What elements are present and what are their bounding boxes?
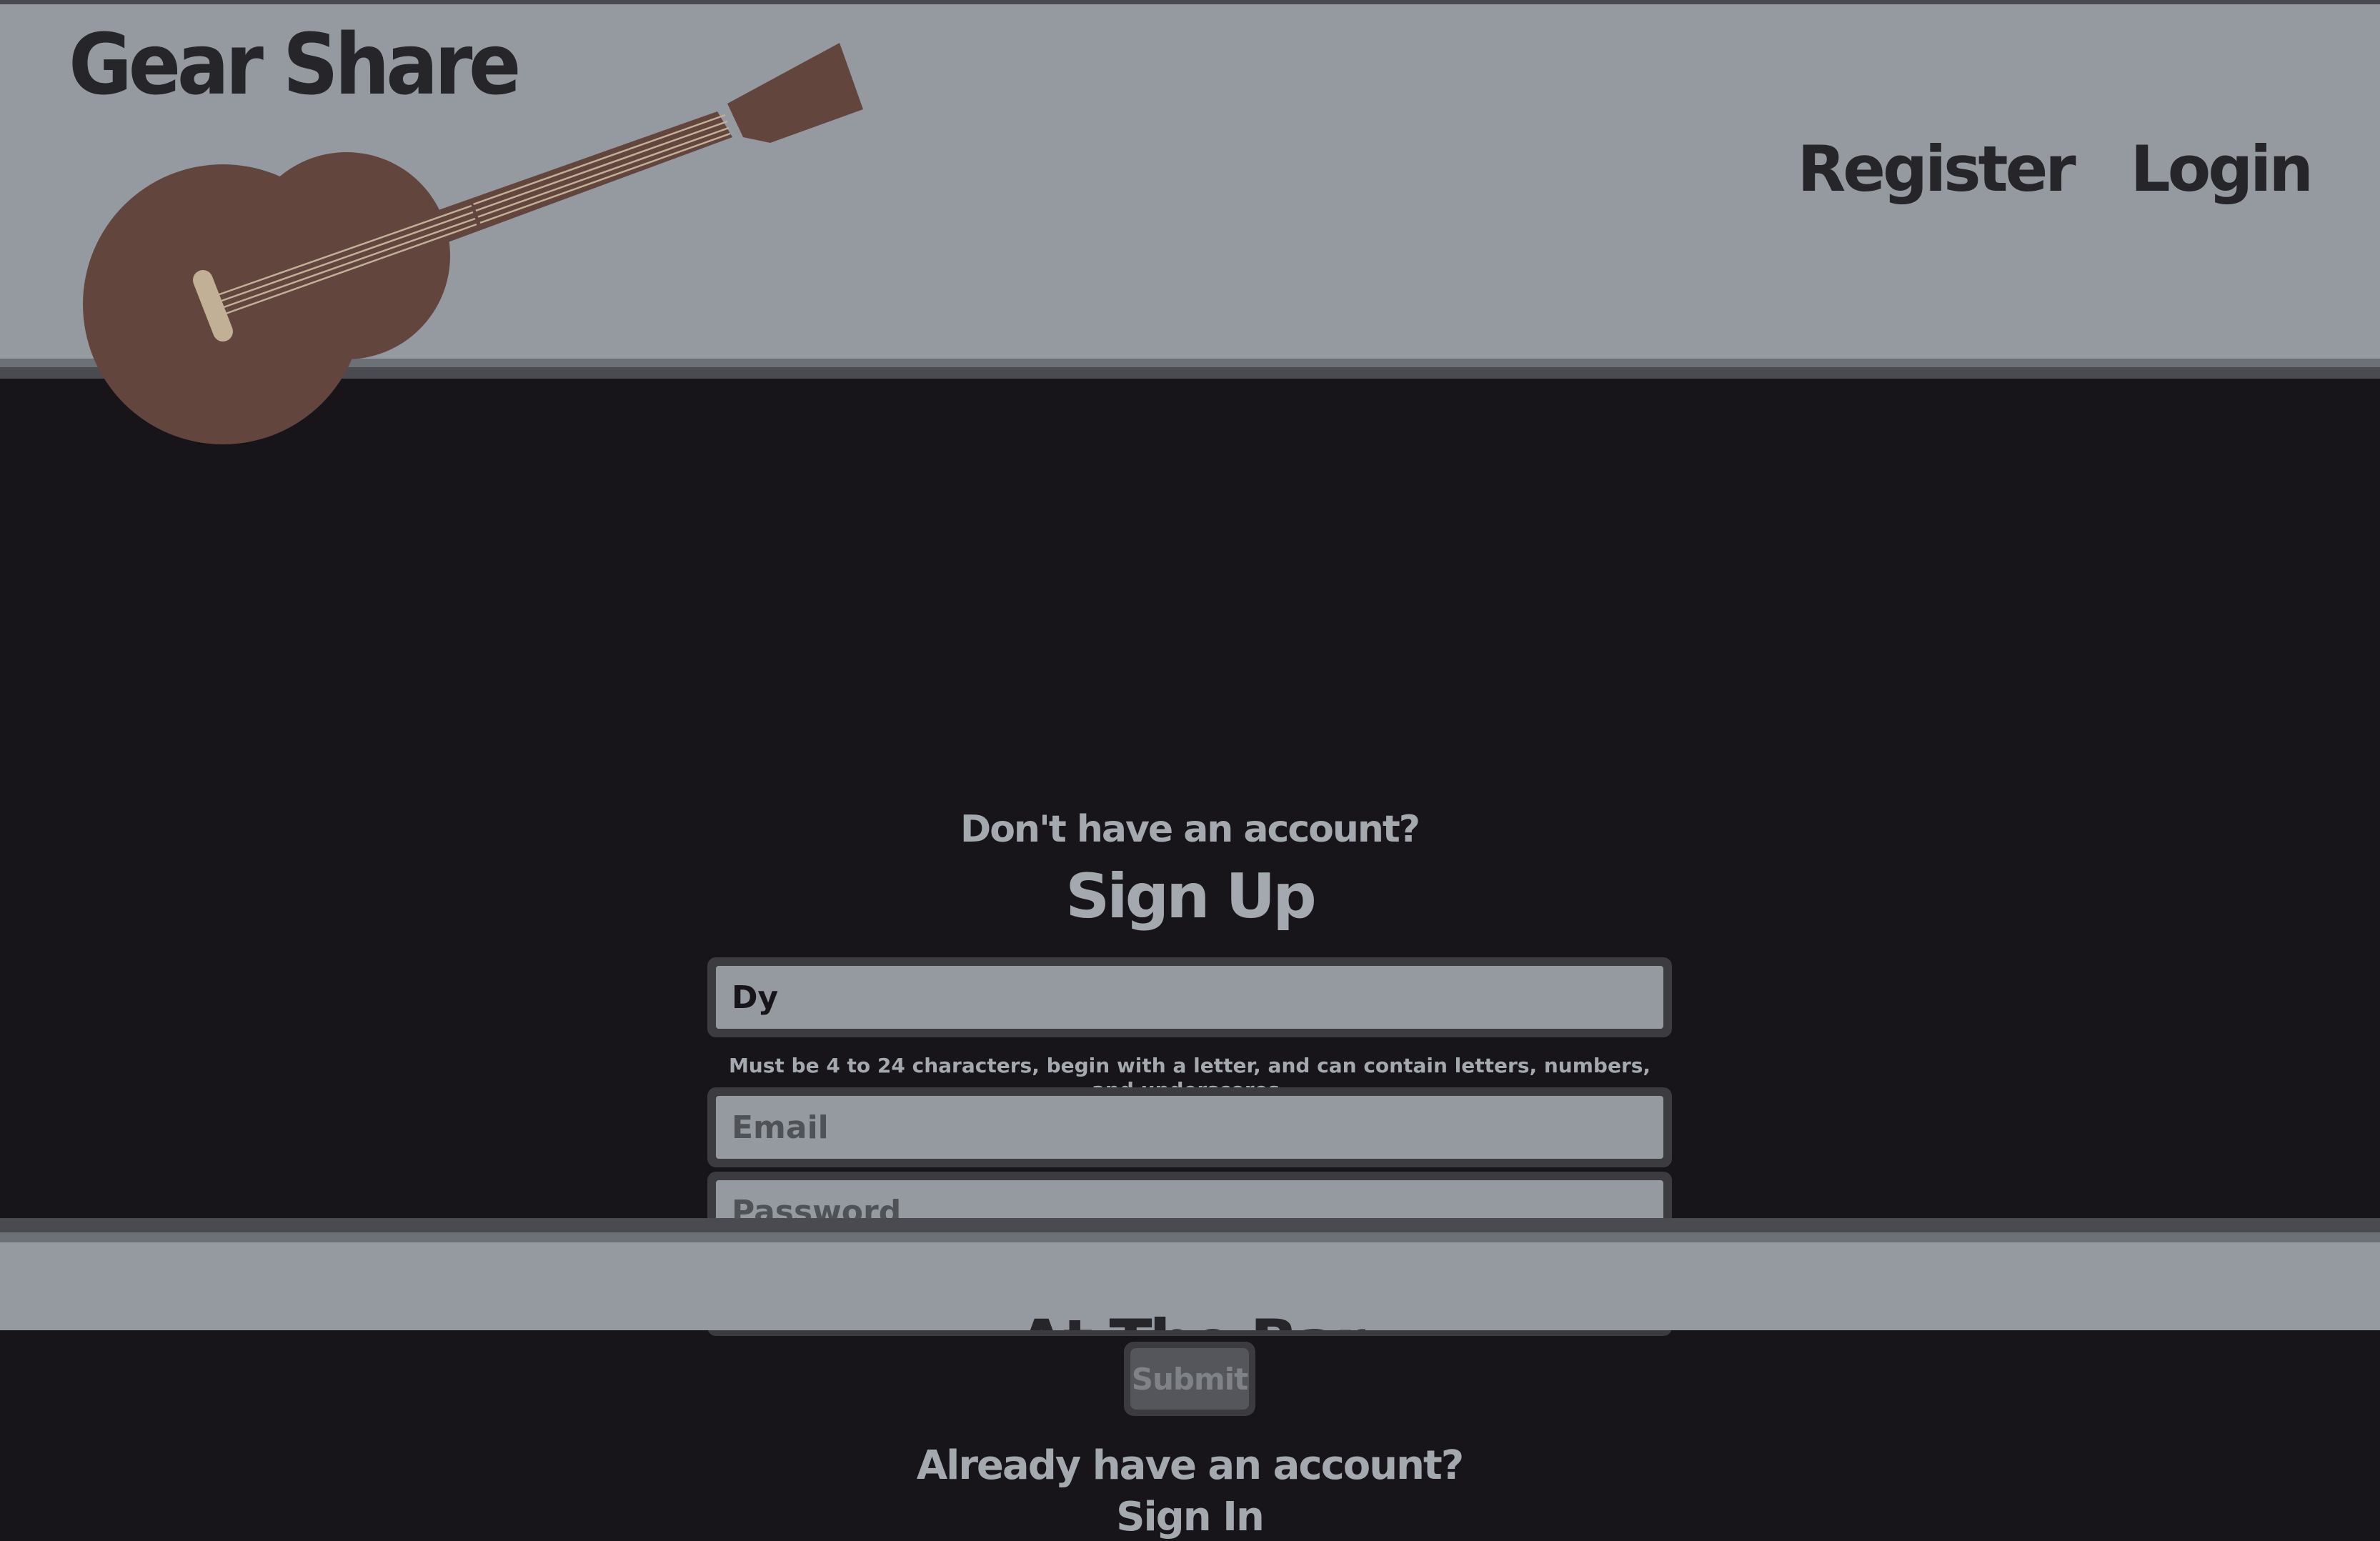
username-input[interactable] xyxy=(716,966,1663,1029)
signin-link[interactable]: Sign In xyxy=(707,1493,1672,1541)
footer-border xyxy=(0,1218,2380,1242)
signup-prompt: Don't have an account? xyxy=(960,808,1420,851)
email-field xyxy=(707,1087,1672,1167)
nav-register-link[interactable]: Register xyxy=(1798,131,2076,207)
footer-title: At The Bar xyxy=(0,1305,2380,1330)
username-field xyxy=(707,957,1672,1037)
submit-button[interactable]: Submit xyxy=(1124,1342,1255,1416)
acoustic-guitar-icon xyxy=(83,43,863,444)
main-content: Don't have an account? Sign Up Must be 4… xyxy=(0,379,2380,1540)
site-footer: At The Bar xyxy=(0,1242,2380,1330)
submit-button-label: Submit xyxy=(1130,1348,1249,1410)
signup-heading: Sign Up xyxy=(1065,861,1317,932)
signin-prompt: Already have an account? xyxy=(916,1442,1464,1489)
main-nav: Register Login xyxy=(1798,131,2314,207)
email-input[interactable] xyxy=(716,1096,1663,1159)
nav-login-link[interactable]: Login xyxy=(2131,131,2314,207)
